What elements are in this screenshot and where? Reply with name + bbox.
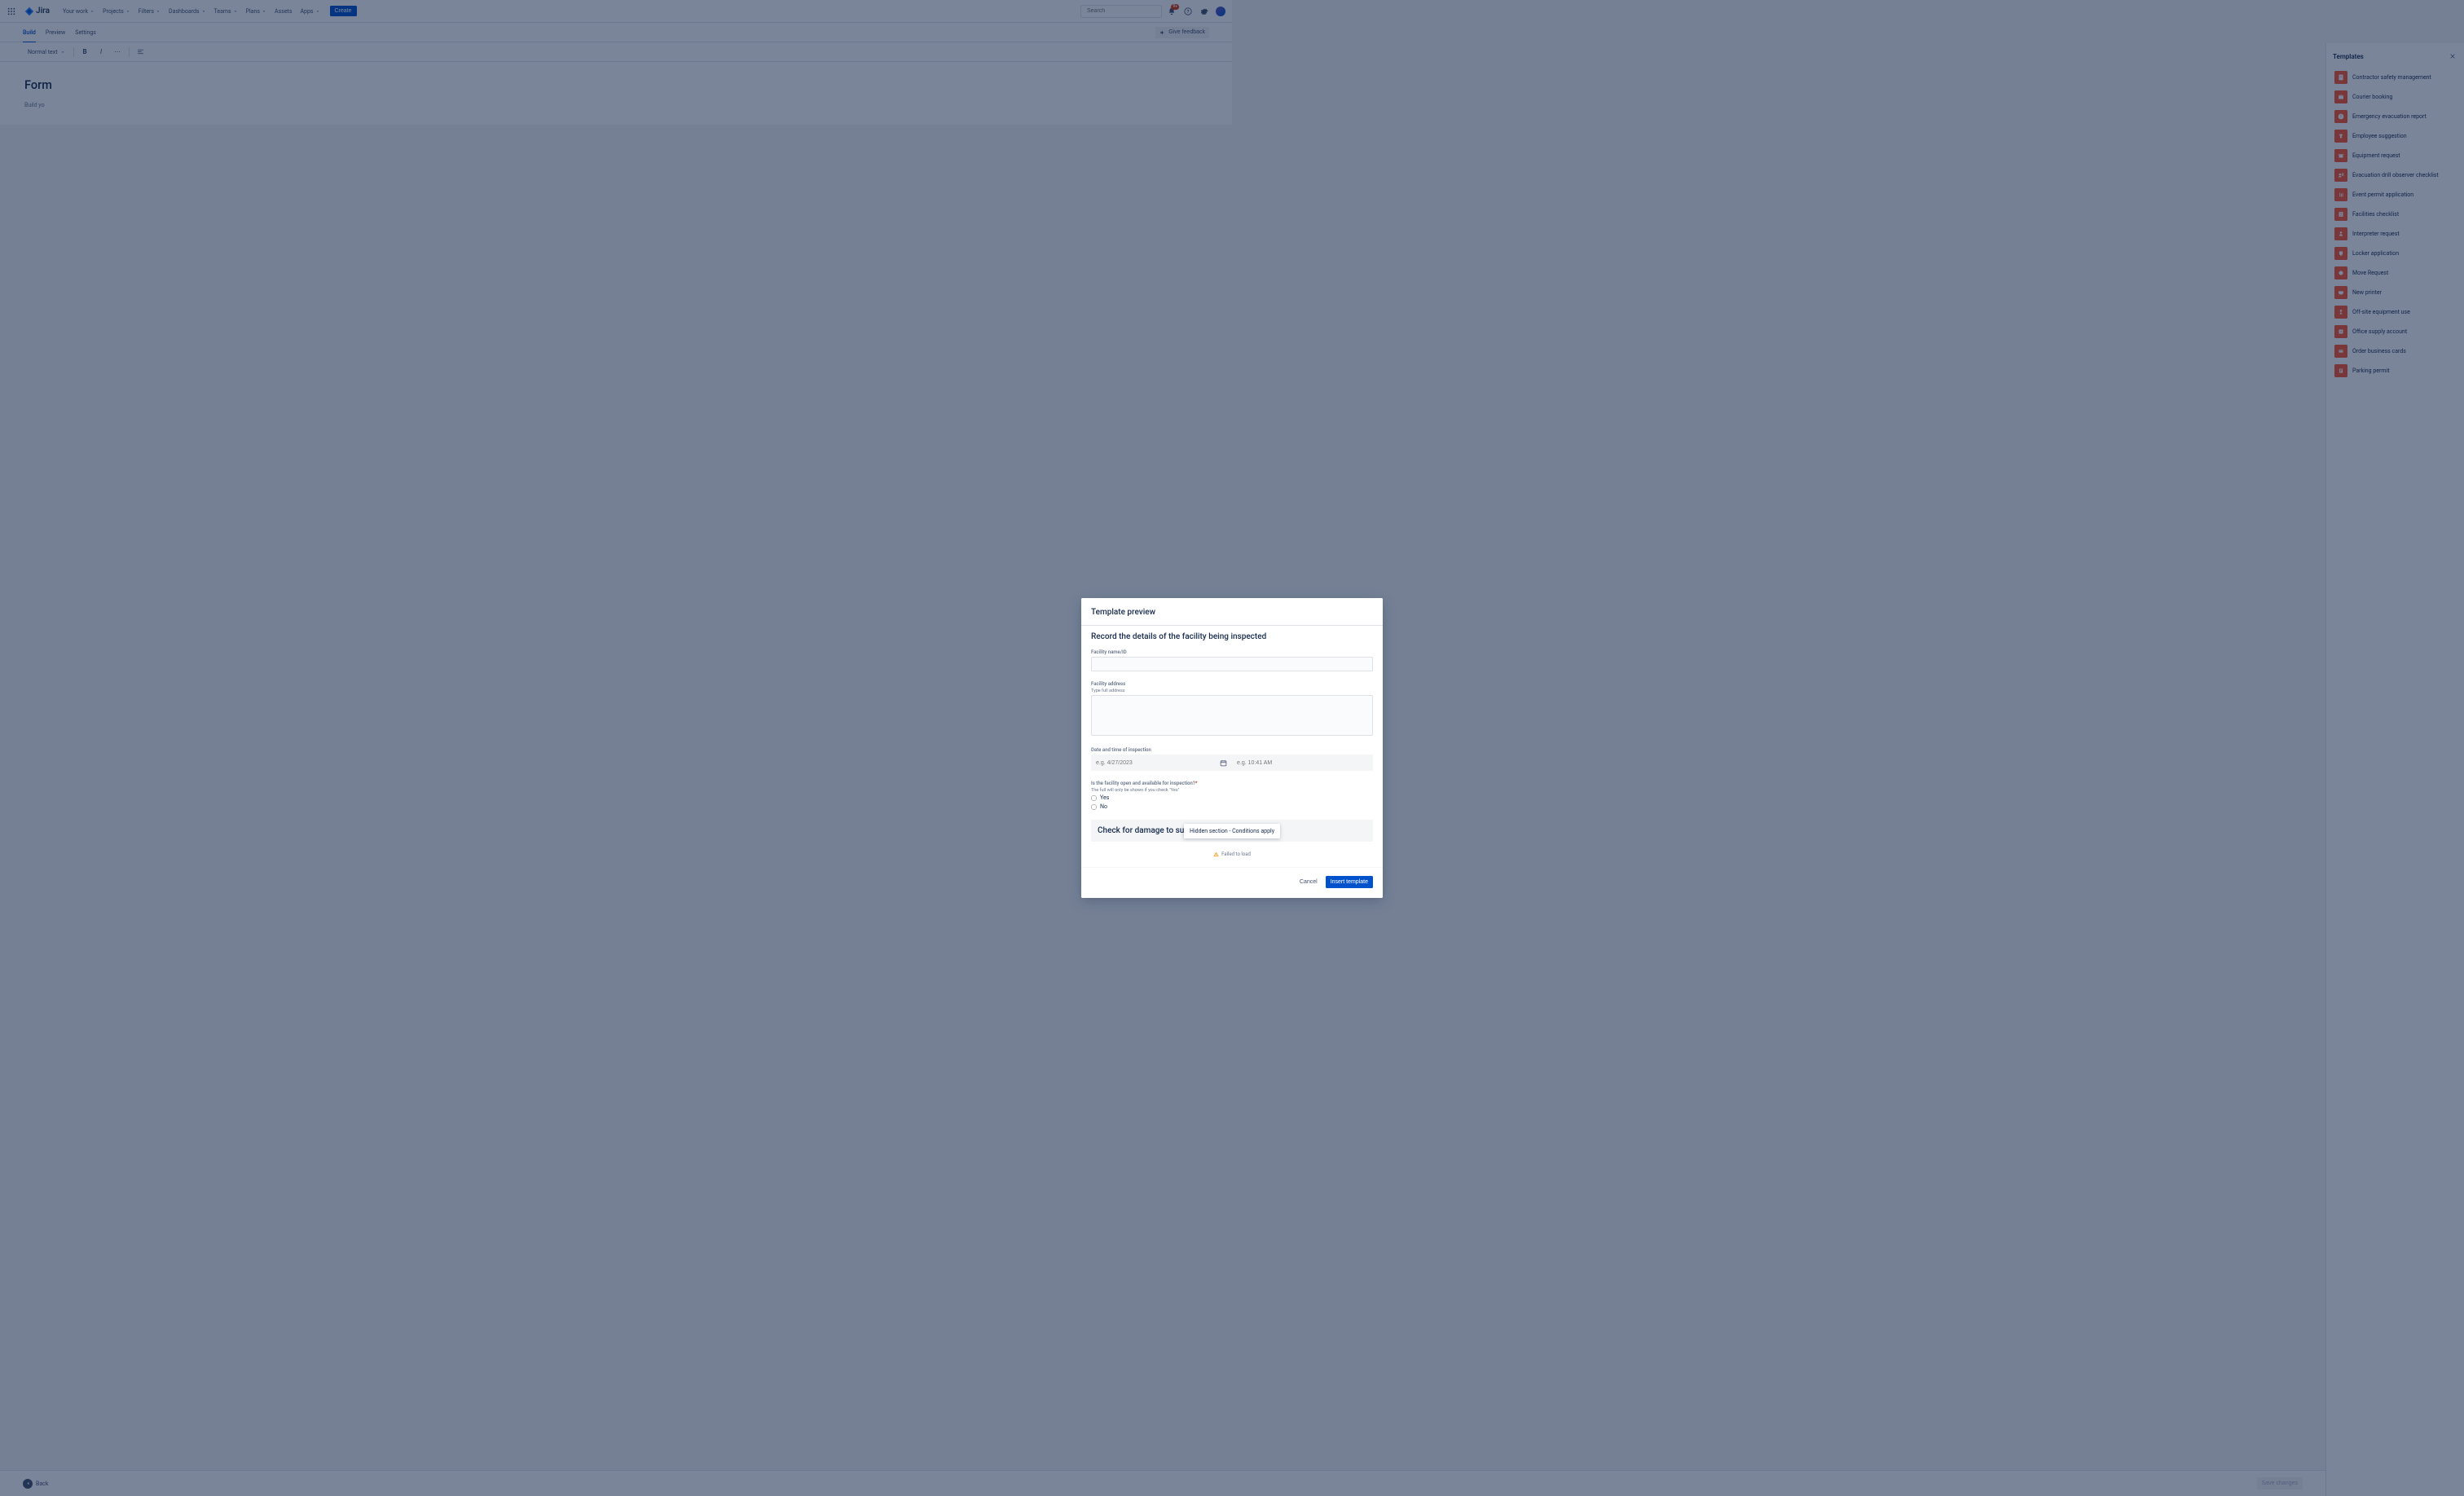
time-input[interactable] [1237,760,1368,766]
facility-address-label: Facility address [1091,681,1373,687]
facility-address-input[interactable] [1091,695,1373,736]
template-preview-modal: Template preview Record the details of t… [1081,598,1383,898]
datetime-label: Date and time of inspection [1091,747,1373,753]
warning-icon [1213,851,1219,857]
failed-label: Failed to load [1221,851,1251,857]
facility-address-hint: Type full address [1091,689,1373,693]
datetime-row [1091,755,1373,771]
open-question-hint: The full will only be shown if you check… [1091,788,1373,793]
insert-template-button[interactable]: Insert template [1326,876,1373,888]
section-title: Record the details of the facility being… [1091,632,1373,641]
radio-yes-label[interactable]: Yes [1100,794,1109,801]
required-mark: * [1195,781,1198,786]
date-input[interactable] [1096,760,1227,766]
modal-body[interactable]: Record the details of the facility being… [1081,626,1383,867]
radio-yes[interactable] [1091,795,1097,801]
open-question-label: Is the facility open and available for i… [1091,781,1373,786]
facility-name-label: Facility name/ID [1091,649,1373,655]
modal-title: Template preview [1091,608,1373,617]
failed-to-load: Failed to load [1091,842,1373,859]
cancel-button[interactable]: Cancel [1295,876,1322,888]
facility-name-input[interactable] [1091,657,1373,671]
hidden-section-tooltip: Hidden section - Conditions apply [1184,824,1280,838]
date-input-cell [1091,760,1232,766]
modal-header: Template preview [1081,598,1383,625]
calendar-icon[interactable] [1220,759,1227,767]
radio-no-label[interactable]: No [1100,803,1107,810]
time-input-cell [1232,760,1373,766]
hidden-section: Check for damage to surf Hidden section … [1091,820,1373,842]
modal-footer: Cancel Insert template [1081,867,1383,898]
radio-no[interactable] [1091,804,1097,810]
